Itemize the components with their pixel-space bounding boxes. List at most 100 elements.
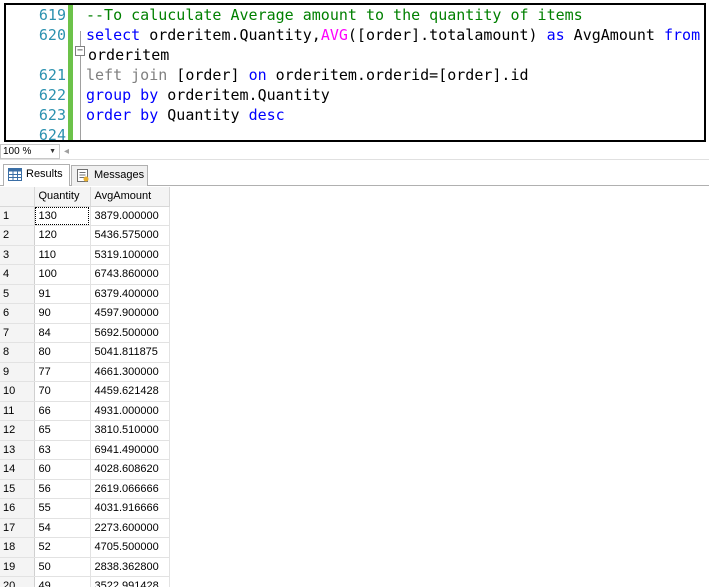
row-number[interactable]: 11 <box>0 401 35 421</box>
table-row[interactable]: 1 130 3879.000000 <box>0 206 170 226</box>
table-row[interactable]: 15 56 2619.066666 <box>0 479 170 499</box>
cell-quantity[interactable]: 100 <box>34 264 91 285</box>
row-number[interactable]: 2 <box>0 225 35 246</box>
row-number[interactable]: 13 <box>0 440 35 460</box>
cell-quantity[interactable]: 80 <box>34 342 91 363</box>
row-number[interactable]: 12 <box>0 420 35 441</box>
cell-avgamount[interactable]: 3522.991428 <box>90 576 170 587</box>
cell-avgamount[interactable]: 2273.600000 <box>90 518 170 538</box>
cell-quantity[interactable]: 91 <box>34 284 91 304</box>
row-number[interactable]: 5 <box>0 284 35 304</box>
cell-avgamount[interactable]: 5041.811875 <box>90 342 170 363</box>
cell-avgamount[interactable]: 2838.362800 <box>90 557 170 577</box>
row-number[interactable]: 9 <box>0 362 35 382</box>
row-number[interactable]: 1 <box>0 206 35 226</box>
cell-quantity[interactable]: 66 <box>34 401 91 421</box>
table-row[interactable]: 11 66 4931.000000 <box>0 401 170 421</box>
cell-avgamount[interactable]: 2619.066666 <box>90 479 170 499</box>
cell-avgamount[interactable]: 4597.900000 <box>90 303 170 324</box>
cell-quantity[interactable]: 60 <box>34 459 91 480</box>
zoom-value: 100 % <box>3 146 32 157</box>
column-header-quantity[interactable]: Quantity <box>34 187 91 207</box>
cell-avgamount[interactable]: 5436.575000 <box>90 225 170 246</box>
row-number[interactable]: 18 <box>0 537 35 558</box>
tab-messages[interactable]: Messages <box>71 165 148 186</box>
cell-avgamount[interactable]: 6379.400000 <box>90 284 170 304</box>
cell-quantity[interactable]: 49 <box>34 576 91 587</box>
row-number[interactable]: 8 <box>0 342 35 363</box>
table-row[interactable]: 6 90 4597.900000 <box>0 303 170 324</box>
code-line-621[interactable]: left join [order] on orderitem.orderid=[… <box>86 65 529 85</box>
cell-quantity[interactable]: 90 <box>34 303 91 324</box>
table-row[interactable]: 19 50 2838.362800 <box>0 557 170 577</box>
cell-quantity[interactable]: 110 <box>34 245 91 265</box>
cell-avgamount[interactable]: 4661.300000 <box>90 362 170 382</box>
cell-avgamount[interactable]: 4931.000000 <box>90 401 170 421</box>
cell-avgamount[interactable]: 5692.500000 <box>90 323 170 343</box>
table-row[interactable]: 2 120 5436.575000 <box>0 225 170 246</box>
table-row[interactable]: 9 77 4661.300000 <box>0 362 170 382</box>
cell-avgamount[interactable]: 3879.000000 <box>90 206 170 226</box>
row-number[interactable]: 3 <box>0 245 35 265</box>
table-row[interactable]: 8 80 5041.811875 <box>0 342 170 363</box>
row-number[interactable]: 15 <box>0 479 35 499</box>
table-row[interactable]: 13 63 6941.490000 <box>0 440 170 460</box>
row-number[interactable]: 4 <box>0 264 35 285</box>
table-row[interactable]: 14 60 4028.608620 <box>0 459 170 480</box>
cell-avgamount[interactable]: 5319.100000 <box>90 245 170 265</box>
cell-quantity[interactable]: 54 <box>34 518 91 538</box>
table-row[interactable]: 17 54 2273.600000 <box>0 518 170 538</box>
table-row[interactable]: 16 55 4031.916666 <box>0 498 170 519</box>
cell-avgamount[interactable]: 4705.500000 <box>90 537 170 558</box>
tab-results[interactable]: Results <box>3 164 70 186</box>
code-line-620[interactable]: select orderitem.Quantity,AVG([order].to… <box>86 25 700 45</box>
cell-quantity[interactable]: 55 <box>34 498 91 519</box>
cell-quantity[interactable]: 65 <box>34 420 91 441</box>
cell-avgamount[interactable]: 4028.608620 <box>90 459 170 480</box>
column-header-avgamount[interactable]: AvgAmount <box>90 187 170 207</box>
results-table[interactable]: Quantity AvgAmount 1 130 3879.000000 2 120 54… <box>0 187 170 587</box>
collapse-icon[interactable]: − <box>75 46 85 56</box>
table-row[interactable]: 3 110 5319.100000 <box>0 245 170 265</box>
row-number[interactable]: 10 <box>0 381 35 402</box>
row-number[interactable]: 6 <box>0 303 35 324</box>
row-number-header[interactable] <box>0 187 35 207</box>
function-avg: AVG <box>320 26 348 44</box>
row-number[interactable]: 19 <box>0 557 35 577</box>
row-number[interactable]: 16 <box>0 498 35 519</box>
code-line-623[interactable]: order by Quantity desc <box>86 105 285 125</box>
table-row[interactable]: 20 49 3522.991428 <box>0 576 170 587</box>
code-line-622[interactable]: group by orderitem.Quantity <box>86 85 330 105</box>
cell-quantity[interactable]: 120 <box>34 225 91 246</box>
table-row[interactable]: 18 52 4705.500000 <box>0 537 170 558</box>
table-row[interactable]: 5 91 6379.400000 <box>0 284 170 304</box>
cell-quantity[interactable]: 130 <box>34 206 91 226</box>
cell-avgamount[interactable]: 4031.916666 <box>90 498 170 519</box>
row-number[interactable]: 14 <box>0 459 35 480</box>
cell-avgamount[interactable]: 3810.510000 <box>90 420 170 441</box>
results-grid[interactable]: Quantity AvgAmount 1 130 3879.000000 2 120 54… <box>0 187 709 587</box>
sql-editor[interactable]: 619 620 621 622 623 624 − --To caluculat… <box>4 3 706 142</box>
table-row[interactable]: 10 70 4459.621428 <box>0 381 170 402</box>
cell-quantity[interactable]: 77 <box>34 362 91 382</box>
cell-quantity[interactable]: 52 <box>34 537 91 558</box>
row-number[interactable]: 20 <box>0 576 35 587</box>
scroll-left-icon[interactable]: ◂ <box>64 144 69 159</box>
cell-quantity[interactable]: 84 <box>34 323 91 343</box>
cell-quantity[interactable]: 56 <box>34 479 91 499</box>
cell-quantity[interactable]: 70 <box>34 381 91 402</box>
cell-quantity[interactable]: 63 <box>34 440 91 460</box>
row-number[interactable]: 7 <box>0 323 35 343</box>
cell-avgamount[interactable]: 4459.621428 <box>90 381 170 402</box>
code-line-619[interactable]: --To caluculate Average amount to the qu… <box>86 5 583 25</box>
row-number[interactable]: 17 <box>0 518 35 538</box>
line-number: 624 <box>38 126 66 142</box>
table-row[interactable]: 12 65 3810.510000 <box>0 420 170 441</box>
cell-quantity[interactable]: 50 <box>34 557 91 577</box>
code-line-620-wrap[interactable]: orderitem <box>88 45 169 65</box>
cell-avgamount[interactable]: 6743.860000 <box>90 264 170 285</box>
zoom-dropdown[interactable]: 100 % ▼ <box>0 144 60 159</box>
table-row[interactable]: 4 100 6743.860000 <box>0 264 170 285</box>
table-row[interactable]: 7 84 5692.500000 <box>0 323 170 343</box>
cell-avgamount[interactable]: 6941.490000 <box>90 440 170 460</box>
